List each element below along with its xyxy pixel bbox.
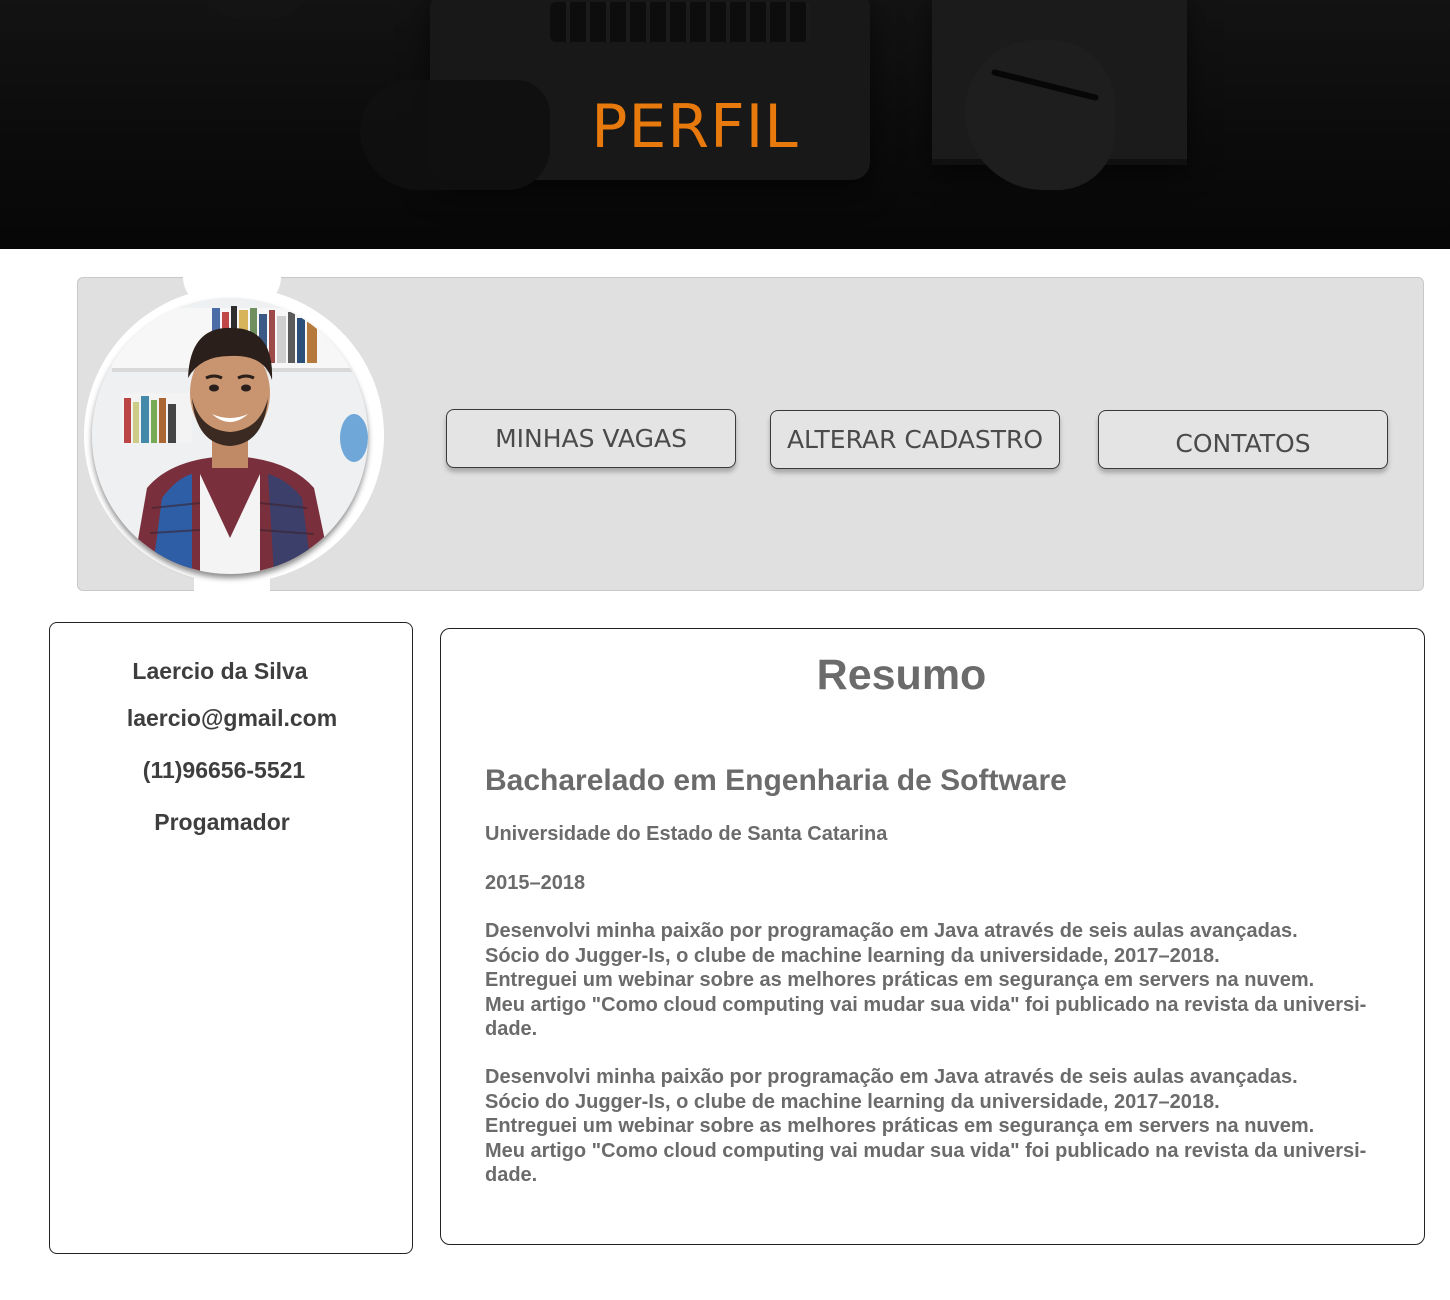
resumo-paragraph: Desenvolvi minha paixão por programação …: [485, 1065, 1395, 1188]
profile-email: laercio@gmail.com: [126, 705, 338, 731]
study-years: 2015–2018: [485, 872, 586, 894]
resumo-line: Meu artigo "Como cloud computing vai mud…: [485, 993, 1367, 1016]
minhas-vagas-button[interactable]: MINHAS VAGAS: [446, 409, 736, 468]
resumo-line: Entreguei um webinar sobre as melhores p…: [485, 969, 1315, 991]
resumo-line: dade.: [485, 1164, 538, 1186]
resumo-line: dade.: [485, 1018, 538, 1040]
profile-info-card: Laercio da Silva laercio@gmail.com (11)9…: [49, 622, 413, 1254]
contatos-button[interactable]: CONTATOS: [1098, 410, 1388, 469]
profile-phone: (11)96656-5521: [142, 757, 306, 783]
resumo-line: Entreguei um webinar sobre as melhores p…: [485, 1115, 1315, 1137]
profile-role: Progamador: [154, 809, 290, 835]
page-title: PERFIL: [591, 92, 799, 162]
resumo-line: Sócio do Jugger-Is, o clube de machine l…: [485, 944, 1220, 967]
resumo-line: Desenvolvi minha paixão por programação …: [485, 1066, 1298, 1088]
alterar-cadastro-button[interactable]: ALTERAR CADASTRO: [770, 410, 1060, 469]
degree-title: Bacharelado em Engenharia de Software: [485, 764, 1067, 797]
resumo-card: Resumo Bacharelado em Engenharia de Soft…: [440, 628, 1425, 1245]
resumo-line: Sócio do Jugger-Is, o clube de machine l…: [485, 1090, 1220, 1113]
school-name: Universidade do Estado de Santa Catarina: [485, 823, 888, 845]
avatar-photo: [92, 298, 368, 574]
resumo-paragraph: Desenvolvi minha paixão por programação …: [485, 919, 1395, 1042]
resumo-line: Meu artigo "Como cloud computing vai mud…: [485, 1139, 1367, 1162]
resumo-title: Resumo: [816, 651, 987, 699]
profile-name: Laercio da Silva: [132, 658, 308, 684]
avatar[interactable]: [92, 298, 368, 574]
hero-banner: PERFIL: [0, 0, 1450, 249]
resumo-line: Desenvolvi minha paixão por programação …: [485, 920, 1298, 942]
